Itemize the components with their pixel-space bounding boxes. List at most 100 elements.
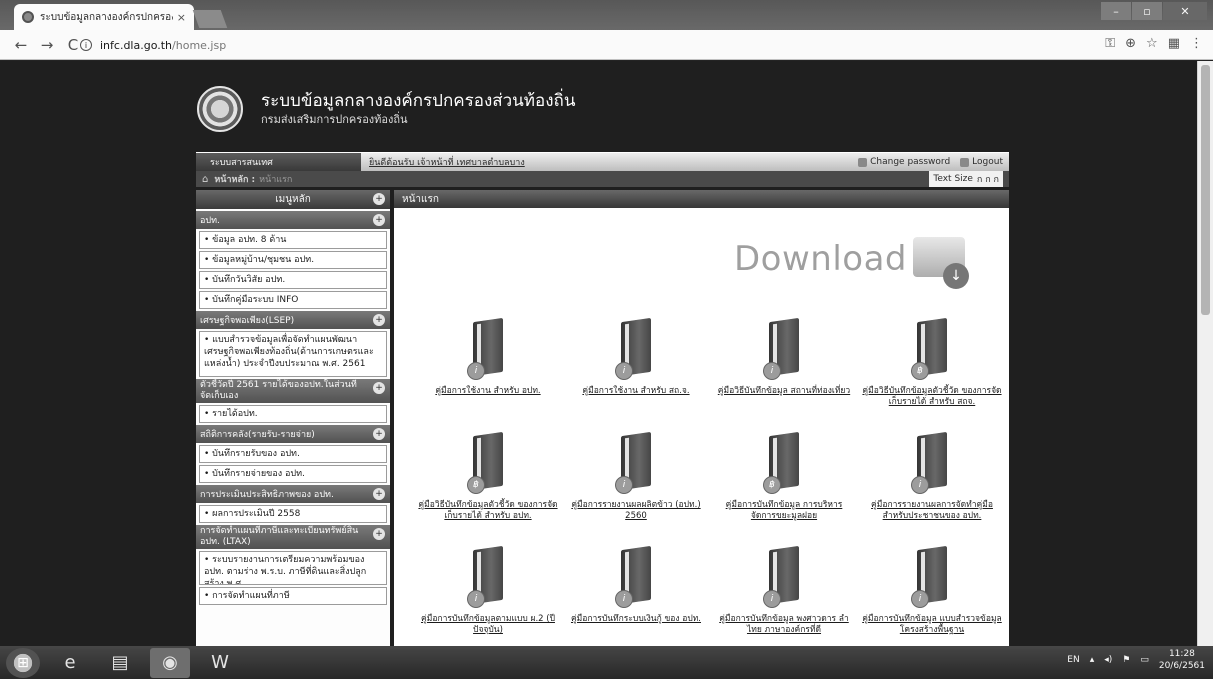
- sidebar-item-label: บันทึกวันวิสัย อปท.: [212, 275, 286, 285]
- manual-item[interactable]: i คู่มือการบันทึกระบบเงินกู้ ของ อปท.: [562, 545, 710, 646]
- manual-link[interactable]: คู่มือการบันทึกข้อมูล การบริหารจัดการขยะ…: [714, 500, 854, 522]
- manual-book-icon[interactable]: ฿: [761, 431, 807, 494]
- manual-link[interactable]: คู่มือการใช้งาน สำหรับ อปท.: [418, 386, 558, 397]
- tray-arrow-icon[interactable]: ▴: [1090, 655, 1095, 665]
- scrollbar-thumb[interactable]: [1201, 65, 1210, 315]
- sidebar-item[interactable]: • บันทึกคู่มือระบบ INFO: [199, 291, 387, 309]
- expand-icon[interactable]: +: [373, 314, 385, 326]
- flag-icon[interactable]: ⚑: [1122, 655, 1130, 665]
- manual-link[interactable]: คู่มือการบันทึกข้อมูล พงศาวดาร ลำไทย ภาษ…: [714, 614, 854, 636]
- manual-link[interactable]: คู่มือการบันทึกข้อมูลตามแบบ ผ.2 (ปีปัจจุ…: [418, 614, 558, 636]
- sidebar-item[interactable]: • แบบสำรวจข้อมูลเพื่อจัดทำแผนพัฒนาเศรษฐก…: [199, 331, 387, 377]
- zoom-icon[interactable]: ⊕: [1125, 36, 1136, 51]
- sidebar-item[interactable]: • รายได้อปท.: [199, 405, 387, 423]
- manual-book-icon[interactable]: i: [465, 545, 511, 608]
- manual-item[interactable]: i คู่มือการใช้งาน สำหรับ สถ.จ.: [562, 317, 710, 428]
- collapse-icon[interactable]: +: [373, 193, 385, 205]
- manual-link[interactable]: คู่มือการใช้งาน สำหรับ สถ.จ.: [566, 386, 706, 397]
- start-button[interactable]: ⊞: [6, 647, 40, 678]
- sidebar-section-header[interactable]: การประเมินประสิทธิภาพของ อปท. +: [196, 485, 390, 503]
- sidebar-item[interactable]: • ข้อมูล อปท. 8 ด้าน: [199, 231, 387, 249]
- sidebar-item[interactable]: • บันทึกรายจ่ายของ อปท.: [199, 465, 387, 483]
- manual-book-icon[interactable]: i: [465, 317, 511, 380]
- ie-icon[interactable]: e: [50, 648, 90, 678]
- manual-book-icon[interactable]: ฿: [465, 431, 511, 494]
- manual-badge-icon: i: [467, 362, 485, 380]
- extension-icon[interactable]: ▦: [1168, 36, 1180, 51]
- vertical-scrollbar[interactable]: [1197, 61, 1213, 646]
- back-button[interactable]: ←: [8, 32, 34, 58]
- volume-icon[interactable]: ◂): [1104, 655, 1112, 665]
- manual-link[interactable]: คู่มือวิธีบันทึกข้อมูลตัวชี้วัด ของการจั…: [418, 500, 558, 522]
- manual-item[interactable]: i คู่มือการบันทึกข้อมูล พงศาวดาร ลำไทย ภา…: [710, 545, 858, 646]
- sidebar-section-header[interactable]: เศรษฐกิจพอเพียง(LSEP) +: [196, 311, 390, 329]
- expand-icon[interactable]: +: [373, 528, 385, 540]
- logout-label: Logout: [972, 157, 1003, 167]
- manual-badge-icon: i: [763, 362, 781, 380]
- manual-book-icon[interactable]: i: [761, 317, 807, 380]
- manual-item[interactable]: i คู่มือการใช้งาน สำหรับ อปท.: [414, 317, 562, 428]
- sidebar-menu-header[interactable]: เมนูหลัก +: [196, 190, 390, 209]
- home-icon[interactable]: ⌂: [202, 174, 208, 185]
- explorer-icon[interactable]: ▤: [100, 648, 140, 678]
- manual-book-icon[interactable]: i: [909, 431, 955, 494]
- manual-item[interactable]: i คู่มือการรายงานผลการจัดทำคู่มือ สำหรับป…: [858, 431, 1006, 542]
- tab-close-icon[interactable]: ×: [177, 11, 186, 24]
- manual-link[interactable]: คู่มือวิธีบันทึกข้อมูล สถานที่ท่องเที่ยว: [714, 386, 854, 397]
- manual-item[interactable]: ฿คู่มือวิธีบันทึกข้อมูลตัวชี้วัด ของการจ…: [414, 431, 562, 542]
- language-indicator[interactable]: EN: [1067, 655, 1079, 665]
- chrome-icon[interactable]: ◉: [150, 647, 190, 678]
- manual-book-icon[interactable]: i: [613, 317, 659, 380]
- sidebar-item[interactable]: • ข้อมูลหมู่บ้าน/ชุมชน อปท.: [199, 251, 387, 269]
- minimize-button[interactable]: –: [1101, 2, 1131, 20]
- manual-item[interactable]: i คู่มือวิธีบันทึกข้อมูล สถานที่ท่องเที่ย…: [710, 317, 858, 428]
- sidebar-section-header[interactable]: ตัวชี้วัดปี 2561 รายได้ของอปท.ในส่วนที่จ…: [196, 379, 390, 403]
- new-tab-button[interactable]: [192, 10, 228, 28]
- manual-book-icon[interactable]: ฿: [909, 317, 955, 380]
- sidebar-item-label: ข้อมูลหมู่บ้าน/ชุมชน อปท.: [212, 255, 315, 265]
- key-icon[interactable]: ⚿: [1105, 36, 1115, 51]
- manual-item[interactable]: ฿คู่มือวิธีบันทึกข้อมูลตัวชี้วัด ของการจ…: [858, 317, 1006, 428]
- star-icon[interactable]: ☆: [1146, 36, 1158, 51]
- manual-item[interactable]: i คู่มือการรายงานผลผลิตข้าว (อปท.) 2560: [562, 431, 710, 542]
- change-password-link[interactable]: Change password: [858, 157, 950, 167]
- logout-link[interactable]: Logout: [960, 157, 1003, 167]
- manual-item[interactable]: i คู่มือการบันทึกข้อมูลตามแบบ ผ.2 (ปีปัจจ…: [414, 545, 562, 646]
- text-size-options[interactable]: ก ก ก: [977, 172, 999, 186]
- sidebar-item[interactable]: • ผลการประเมินปี 2558: [199, 505, 387, 523]
- sidebar-section-header[interactable]: สถิติการคลัง(รายรับ-รายจ่าย) +: [196, 425, 390, 443]
- close-window-button[interactable]: ✕: [1163, 2, 1207, 20]
- sidebar-item[interactable]: • ระบบรายงานการเตรียมความพร้อมของ อปท. ต…: [199, 551, 387, 585]
- menu-icon[interactable]: ⋮: [1190, 36, 1203, 51]
- sidebar-section-header[interactable]: การจัดทำแผนที่ภาษีและทะเบียนทรัพย์สิน อป…: [196, 525, 390, 549]
- manual-link[interactable]: คู่มือการรายงานผลผลิตข้าว (อปท.) 2560: [566, 500, 706, 522]
- site-info-icon[interactable]: i: [80, 39, 92, 51]
- manual-link[interactable]: คู่มือการบันทึกข้อมูล แบบสำรวจข้อมูลโครง…: [862, 614, 1002, 636]
- sidebar-item-label: ระบบรายงานการเตรียมความพร้อมของ อปท. ตาม…: [204, 555, 367, 585]
- word-icon[interactable]: W: [200, 648, 240, 678]
- maximize-button[interactable]: ▫: [1132, 2, 1162, 20]
- clock[interactable]: 11:28 20/6/2561: [1159, 648, 1205, 672]
- manual-link[interactable]: คู่มือการบันทึกระบบเงินกู้ ของ อปท.: [566, 614, 706, 625]
- download-title: Download: [734, 239, 908, 279]
- manual-book-icon[interactable]: i: [909, 545, 955, 608]
- expand-icon[interactable]: +: [373, 382, 385, 394]
- manual-book-icon[interactable]: i: [613, 431, 659, 494]
- expand-icon[interactable]: +: [373, 488, 385, 500]
- sidebar-item[interactable]: • บันทึกวันวิสัย อปท.: [199, 271, 387, 289]
- sidebar-item[interactable]: • การจัดทำแผนที่ภาษี: [199, 587, 387, 605]
- manual-item[interactable]: i คู่มือการบันทึกข้อมูล แบบสำรวจข้อมูลโคร…: [858, 545, 1006, 646]
- browser-tab[interactable]: ระบบข้อมูลกลางองค์กรปกครองส่วนท้องถิ่น ×: [14, 4, 194, 30]
- sidebar-item[interactable]: • บันทึกรายรับของ อปท.: [199, 445, 387, 463]
- expand-icon[interactable]: +: [373, 214, 385, 226]
- network-icon[interactable]: ▭: [1140, 655, 1149, 665]
- manual-link[interactable]: คู่มือการรายงานผลการจัดทำคู่มือ สำหรับปร…: [862, 500, 1002, 522]
- manual-link[interactable]: คู่มือวิธีบันทึกข้อมูลตัวชี้วัด ของการจั…: [862, 386, 1002, 408]
- manual-book-icon[interactable]: i: [761, 545, 807, 608]
- forward-button[interactable]: →: [34, 32, 60, 58]
- sidebar-section-header[interactable]: อปท. +: [196, 211, 390, 229]
- address-bar[interactable]: i infc.dla.go.th/home.jsp: [80, 34, 1080, 56]
- manual-item[interactable]: ฿คู่มือการบันทึกข้อมูล การบริหารจัดการขย…: [710, 431, 858, 542]
- expand-icon[interactable]: +: [373, 428, 385, 440]
- manual-book-icon[interactable]: i: [613, 545, 659, 608]
